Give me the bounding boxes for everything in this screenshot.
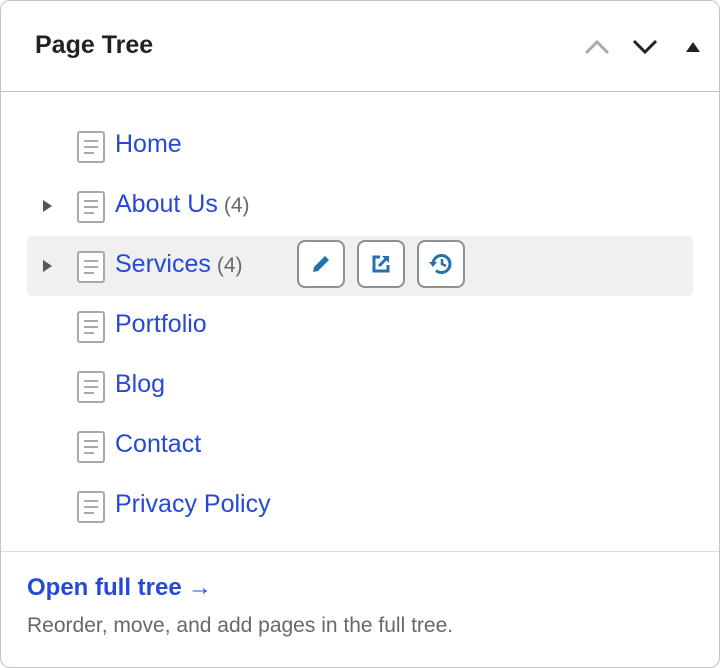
tree-item-link-portfolio[interactable]: Portfolio (115, 310, 207, 339)
tree-item-label: Home (115, 130, 182, 158)
tree-item: Blog (27, 356, 693, 416)
tree-item-label: Portfolio (115, 310, 207, 338)
expand-arrow-icon[interactable] (37, 256, 57, 276)
page-icon (77, 371, 105, 403)
pencil-icon (313, 256, 329, 272)
tree-item-link-contact[interactable]: Contact (115, 430, 201, 459)
tree-item-label: Contact (115, 430, 202, 458)
triangle-up-icon (686, 42, 700, 52)
tree-item-label: Services (115, 250, 211, 278)
child-count: (4) (223, 194, 250, 217)
edit-page-button[interactable] (297, 240, 345, 288)
open-full-tree-label: Open full tree (27, 574, 182, 601)
chevron-down-icon (632, 39, 658, 55)
tree-item-link-privacy-policy[interactable]: Privacy Policy (115, 490, 271, 519)
tree-item: About Us (4) (27, 176, 693, 236)
page-icon (77, 131, 105, 163)
tree-item-link-blog[interactable]: Blog (115, 370, 165, 399)
collapse-panel-button[interactable] (677, 31, 709, 63)
tree-item-label: About Us (115, 190, 218, 218)
tree-item: Privacy Policy (27, 476, 693, 536)
footer-hint: Reorder, move, and add pages in the full… (27, 614, 454, 637)
child-count: (4) (216, 254, 243, 277)
page-icon (77, 251, 105, 283)
page-icon (77, 191, 105, 223)
page-tree-panel: Page Tree Home About Us (4) Services (4)… (0, 0, 720, 668)
expand-arrow-icon[interactable] (37, 196, 57, 216)
revisions-button[interactable] (417, 240, 465, 288)
open-full-tree-link[interactable]: Open full tree → (27, 574, 212, 602)
view-page-button[interactable] (357, 240, 405, 288)
tree-item: Home (27, 116, 693, 176)
tree-item-link-about-us[interactable]: About Us (4) (115, 190, 250, 219)
page-icon (77, 491, 105, 523)
arrow-right-icon: → (187, 574, 212, 601)
panel-header: Page Tree (1, 1, 719, 92)
move-down-button[interactable] (629, 31, 661, 63)
external-link-icon (372, 255, 390, 273)
page-icon (77, 311, 105, 343)
panel-footer: Open full tree → Reorder, move, and add p… (1, 551, 719, 667)
page-icon (77, 431, 105, 463)
tree-item-link-services[interactable]: Services (4) (115, 250, 243, 279)
move-up-button[interactable] (581, 31, 613, 63)
tree-item-label: Privacy Policy (115, 490, 271, 518)
tree-item-link-home[interactable]: Home (115, 130, 182, 159)
tree-item: Contact (27, 416, 693, 476)
panel-title: Page Tree (35, 31, 154, 59)
tree-item: Portfolio (27, 296, 693, 356)
tree-item-active: Services (4) (27, 236, 693, 296)
chevron-up-icon (584, 39, 610, 55)
history-icon (429, 254, 452, 274)
tree-item-label: Blog (115, 370, 166, 398)
